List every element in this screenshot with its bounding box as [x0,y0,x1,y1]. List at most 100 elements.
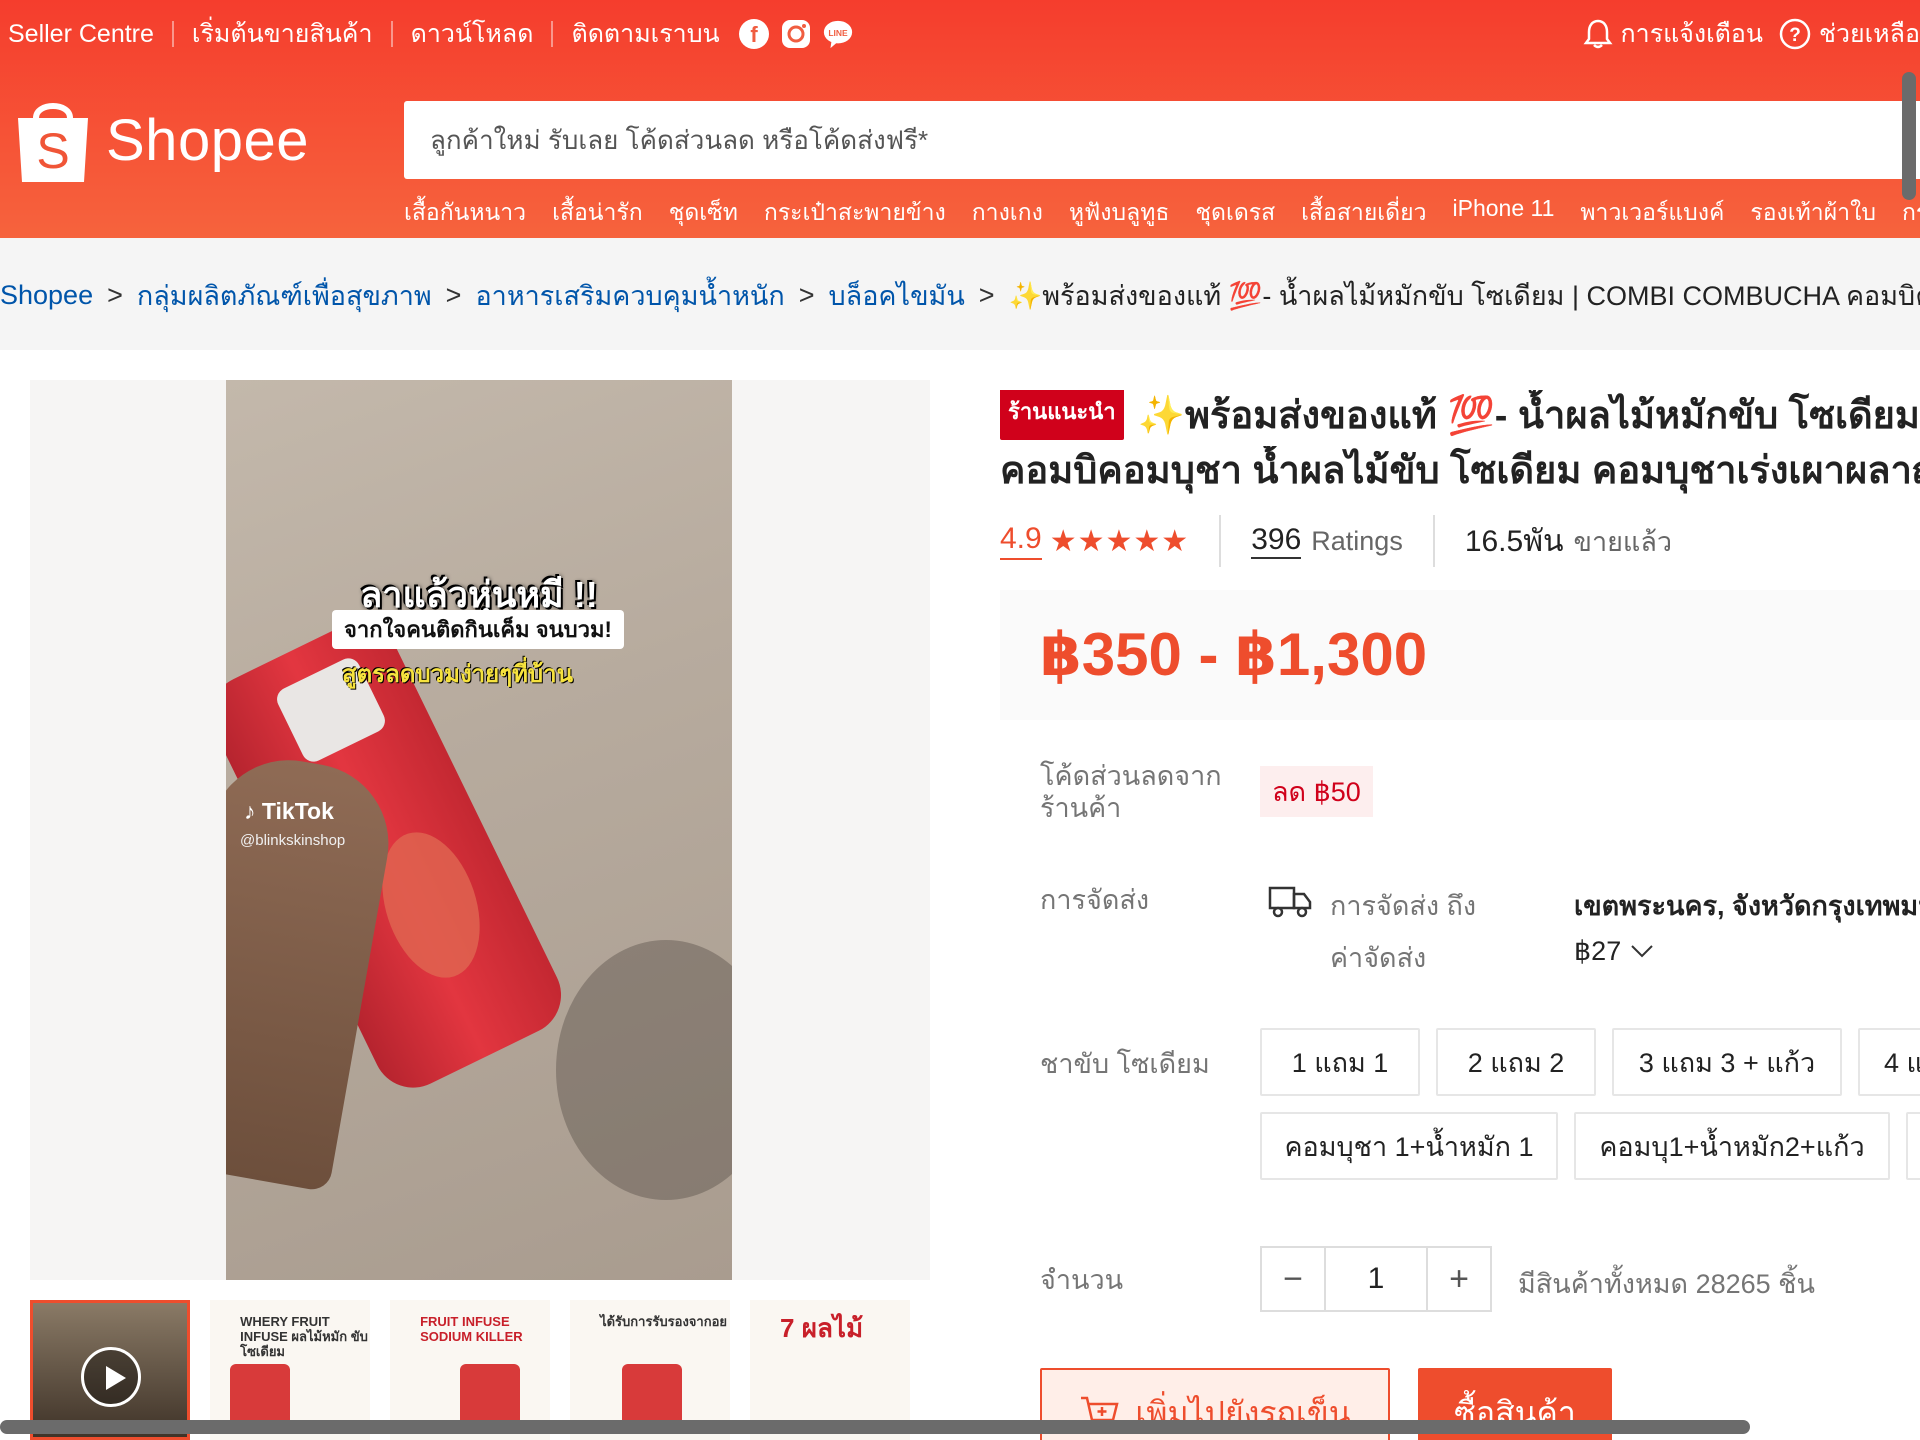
keyword-link[interactable]: ชุดเดรส [1195,195,1275,231]
variation-option[interactable]: 4 แถม 4 [1858,1028,1920,1096]
search-bar[interactable] [404,101,1920,179]
thumbnail-image[interactable]: ได้รับการรับรองจากอย [570,1300,731,1440]
video-caption-subtitle: จากใจคนติดกินเค็ม จนบวม! [332,610,624,649]
chevron-right-icon: > [798,280,815,310]
help-link[interactable]: ? ช่วยเหลือ [1779,14,1920,54]
breadcrumb-link[interactable]: กลุ่มผลิตภัณฑ์เพื่อสุขภาพ [137,274,432,317]
thumbnail-caption: ได้รับการรับรองจากอย [600,1314,728,1329]
keyword-link[interactable]: พาวเวอร์แบงค์ [1580,195,1724,231]
svg-text:f: f [750,22,758,47]
quantity-row: จำนวน − 1 + มีสินค้าทั้งหมด 28265 ชิ้น [1040,1246,1920,1316]
shadow-shape [556,940,732,1200]
tiktok-watermark: ♪ TikTok [244,798,334,825]
search-input[interactable] [404,101,1920,179]
breadcrumb-current: ✨พร้อมส่งของแท้ 💯- น้ำผลไม้หมักขับ โซเดี… [1008,281,1920,311]
svg-text:S: S [36,123,69,179]
sold-count: 16.5พัน [1464,524,1564,558]
chevron-right-icon: > [107,280,123,310]
product-title-line1: ✨พร้อมส่งของแท้ 💯- น้ำผลไม้หมักขับ โซเดี… [1137,395,1920,438]
shopping-bag-icon: S [18,103,88,182]
variation-option[interactable]: คอมบุชา 1+น้ำหมัก 1 [1260,1112,1558,1180]
bell-icon [1583,19,1613,49]
notifications-link[interactable]: การแจ้งเตือน [1583,14,1763,54]
thumbnail-image[interactable]: 7 ผลไม้ [750,1300,910,1440]
price-range: ฿350 - ฿1,300 [1040,621,1428,688]
voucher-label: โค้ดส่วนลดจากร้านค้า [1040,761,1222,823]
keyword-link[interactable]: iPhone 11 [1453,195,1555,231]
thumbnail-image[interactable]: WHERY FRUIT INFUSE ผลไม้หมัก ขับโซเดียม [210,1300,371,1440]
product-card: ลาแล้วหุ่นหมี !! จากใจคนติดกินเค็ม จนบวม… [0,350,1920,1440]
product-media-viewer[interactable]: ลาแล้วหุ่นหมี !! จากใจคนติดกินเค็ม จนบวม… [30,380,930,1280]
thumbnail-image[interactable]: FRUIT INFUSE SODIUM KILLER [390,1300,551,1440]
ratings-label: Ratings [1311,525,1403,556]
voucher-row: โค้ดส่วนลดจากร้านค้า ลด ฿50 [1040,760,1920,824]
keyword-link[interactable]: ชุดเซ็ท [669,195,738,231]
rating-value[interactable]: 4.9 [1000,522,1042,560]
divider [1219,515,1222,567]
star-rating-icon: ★★★★★ [1049,524,1190,558]
notifications-label: การแจ้งเตือน [1620,20,1763,48]
seller-centre-link[interactable]: Seller Centre [0,20,162,49]
voucher-tag[interactable]: ลด ฿50 [1260,766,1373,817]
shipping-fee-value: ฿27 [1574,936,1622,966]
sold-label: ขายแล้ว [1573,526,1673,557]
tiktok-label: TikTok [261,798,334,824]
quantity-label: จำนวน [1040,1265,1124,1295]
quantity-input[interactable]: 1 [1326,1246,1426,1312]
tiktok-handle: @blinkskinshop [240,832,346,849]
variation-option[interactable]: 2 แถม 2 [1436,1028,1596,1096]
product-video[interactable]: ลาแล้วหุ่นหมี !! จากใจคนติดกินเค็ม จนบวม… [226,380,732,1280]
decrease-button[interactable]: − [1260,1246,1326,1312]
shipping-row: การจัดส่ง การจัดส่ง ถึง เขตพระนคร, จังหว… [1040,884,1920,984]
thumbnail-caption: WHERY FRUIT INFUSE ผลไม้หมัก ขับโซเดียม [240,1314,368,1359]
download-link[interactable]: ดาวน์โหลด [403,14,542,54]
shipping-fee-dropdown[interactable]: ฿27 [1574,936,1655,967]
keyword-link[interactable]: รองเท้าผ้าใบ [1750,195,1876,231]
keyword-link[interactable]: กระเป๋ [1902,195,1920,231]
variation-option[interactable]: คอมบุ1+น้ำหมัก2+แก้ว [1574,1112,1890,1180]
chevron-right-icon: > [445,280,462,310]
shipping-to-label: การจัดส่ง ถึง [1330,891,1477,921]
tiktok-icon: ♪ [244,798,256,824]
shipping-label: การจัดส่ง [1040,885,1150,915]
divider [1432,515,1435,567]
keyword-link[interactable]: เสื้อกันหนาว [404,195,526,231]
chevron-right-icon: > [978,280,995,310]
rating-row: 4.9 ★★★★★ 396 Ratings 16.5พัน ขายแล้ว [1000,515,1920,567]
thumbnail-caption: FRUIT INFUSE SODIUM KILLER [420,1314,523,1344]
facebook-icon[interactable]: f [738,18,770,50]
video-caption-tagline: สูตรลดบวมง่ายๆที่บ้าน [342,661,574,688]
breadcrumb-link[interactable]: บล็อคไขมัน [829,274,965,317]
keyword-link[interactable]: กางเกง [972,195,1043,231]
thumbnail-video[interactable] [30,1300,191,1440]
follow-us-label: ติดตามเราบน [571,20,720,48]
shipping-destination[interactable]: เขตพระนคร, จังหวัดกรุงเทพมหานคร [1574,884,1920,927]
help-label: ช่วยเหลือ [1818,20,1920,48]
keyword-link[interactable]: หูฟังบลูทูธ [1069,195,1170,231]
horizontal-scrollbar[interactable] [0,1420,1750,1434]
keyword-link[interactable]: กระเป๋าสะพายข้าง [764,195,946,231]
line-icon[interactable]: LINE [822,18,854,50]
increase-button[interactable]: + [1426,1246,1492,1312]
variation-option[interactable] [1906,1112,1920,1180]
svg-text:?: ? [1789,25,1801,46]
shopee-logo[interactable]: S Shopee [14,94,309,186]
breadcrumb-link[interactable]: Shopee [0,280,93,311]
variation-option[interactable]: 1 แถม 1 [1260,1028,1420,1096]
divider [551,21,554,47]
breadcrumb-link[interactable]: อาหารเสริมควบคุมน้ำหนัก [475,274,784,317]
price-box: ฿350 - ฿1,300 [1000,590,1920,720]
vertical-scrollbar[interactable] [1902,72,1916,200]
instagram-icon[interactable] [780,18,812,50]
preferred-shop-badge: ร้านแนะนำ [1000,390,1124,440]
thumbnail-strip: WHERY FRUIT INFUSE ผลไม้หมัก ขับโซเดียม … [30,1300,930,1440]
quantity-stepper: − 1 + [1260,1246,1492,1312]
thumbnail-caption: 7 ผลไม้ [780,1313,864,1343]
start-selling-link[interactable]: เริ่มต้นขายสินค้า [184,14,381,54]
stock-available: มีสินค้าทั้งหมด 28265 ชิ้น [1518,1269,1815,1299]
breadcrumb: Shopee > กลุ่มผลิตภัณฑ์เพื่อสุขภาพ > อาห… [0,274,1920,317]
keyword-link[interactable]: เสื้อสายเดี่ยว [1301,195,1426,231]
variation-option[interactable]: 3 แถม 3 + แก้ว [1612,1028,1842,1096]
ratings-count[interactable]: 396 [1251,523,1302,559]
keyword-link[interactable]: เสื้อน่ารัก [552,195,643,231]
